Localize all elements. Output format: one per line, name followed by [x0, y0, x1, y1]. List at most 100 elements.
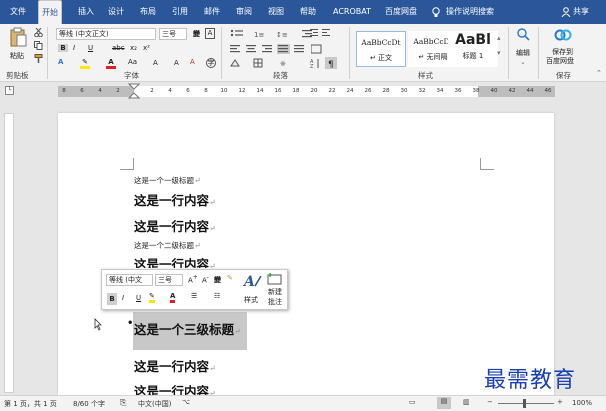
grow-font-button[interactable]: A+: [188, 275, 198, 284]
baidu-pan-icon: [554, 29, 572, 41]
new-comment-icon[interactable]: [267, 272, 283, 286]
tab-view[interactable]: 视图: [268, 0, 284, 24]
tab-references[interactable]: 引用: [172, 0, 188, 24]
grow-font-button[interactable]: A: [153, 59, 158, 67]
proofing-icon[interactable]: ⎘: [120, 398, 126, 408]
paste-button[interactable]: 粘贴: [10, 51, 24, 61]
language-indicator[interactable]: 中文(中国): [138, 399, 171, 409]
content-line[interactable]: 这是一行内容↵: [134, 190, 216, 209]
vertical-ruler[interactable]: [4, 113, 14, 393]
mini-toolbar: 等线 (中文 三号 A+ A- 變 ✎ B I U ✎ A ☰ ☷ A 样式 新…: [101, 269, 288, 310]
content-line[interactable]: 这是一行内容↵: [134, 254, 216, 268]
show-marks-icon[interactable]: ¶: [325, 57, 337, 69]
font-color-icon[interactable]: A: [106, 58, 116, 69]
mini-highlight-icon[interactable]: ✎: [149, 292, 155, 303]
list-buttons-row[interactable]: 1≡ ↕≡: [230, 29, 320, 39]
line-text: 这是一行内容: [134, 384, 210, 395]
italic-button[interactable]: I: [73, 44, 75, 52]
mini-size-combo[interactable]: 三号: [155, 274, 183, 286]
tab-design[interactable]: 设计: [108, 0, 124, 24]
collapse-ribbon-icon[interactable]: ⌃: [596, 69, 602, 77]
search-icon[interactable]: [515, 27, 531, 43]
tab-acrobat[interactable]: ACROBAT: [333, 0, 371, 24]
mini-font-combo[interactable]: 等线 (中文: [106, 274, 153, 286]
mini-bullets-icon[interactable]: ☰: [191, 292, 197, 300]
cut-icon[interactable]: [34, 28, 43, 37]
heading-3-line-selected[interactable]: 这是一个三级标题↵: [134, 319, 241, 338]
character-border-icon[interactable]: A: [205, 28, 215, 39]
print-layout-icon[interactable]: ▤: [437, 397, 451, 409]
zoom-slider[interactable]: [498, 403, 554, 404]
change-case-button[interactable]: Aa: [128, 58, 137, 66]
indent-marker-icon[interactable]: [128, 83, 140, 100]
mini-bold-button[interactable]: B: [107, 293, 117, 305]
new-comment-label-1[interactable]: 新建: [268, 287, 282, 297]
mini-italic-button[interactable]: I: [122, 294, 124, 302]
text-effects-icon[interactable]: A: [58, 58, 63, 66]
underline-button[interactable]: U: [88, 44, 93, 52]
mini-underline-button[interactable]: U: [136, 294, 141, 302]
content-line[interactable]: 这是一行内容↵: [134, 381, 216, 395]
clear-formatting-icon[interactable]: A: [190, 58, 195, 66]
strikethrough-button[interactable]: abc: [112, 44, 125, 52]
heading-1-line[interactable]: 这是一个一级标题↵: [134, 175, 201, 186]
bold-button[interactable]: B: [58, 44, 68, 52]
zoom-level[interactable]: 100%: [572, 399, 592, 407]
mini-numbering-icon[interactable]: ☷: [214, 292, 220, 300]
shrink-font-button[interactable]: A: [174, 59, 179, 67]
focus-mode-icon[interactable]: ▭: [409, 398, 416, 406]
font-name-combo[interactable]: 等线 (中文正文): [56, 28, 156, 40]
subscript-button[interactable]: x₂: [130, 44, 137, 52]
editing-button[interactable]: 编辑: [516, 48, 530, 58]
page-count[interactable]: 第 1 页，共 1 页: [4, 399, 57, 409]
sort-icon[interactable]: AZ: [310, 58, 320, 69]
alignment-buttons-row[interactable]: [230, 44, 320, 54]
tab-review[interactable]: 审阅: [236, 0, 252, 24]
tab-insert[interactable]: 插入: [78, 0, 94, 24]
tab-file[interactable]: 文件: [10, 0, 26, 24]
shrink-font-button[interactable]: A-: [202, 275, 209, 284]
share-button[interactable]: 共享: [573, 0, 589, 24]
styles-scroll-down-icon[interactable]: ▾: [497, 49, 501, 57]
heading-2-line[interactable]: 这是一个二级标题↵: [134, 240, 201, 251]
tell-me-search[interactable]: 操作说明搜索: [446, 0, 494, 24]
styles-scroll-up-icon[interactable]: ▴: [497, 34, 501, 42]
format-painter-icon[interactable]: [34, 54, 43, 63]
accessibility-icon[interactable]: ⌥: [182, 398, 190, 406]
save-to-pan-label-2[interactable]: 百度网盘: [546, 56, 574, 66]
styles-icon[interactable]: A: [243, 272, 263, 290]
phonetic-guide-icon[interactable]: 變: [193, 29, 200, 39]
font-size-combo[interactable]: 三号: [159, 28, 187, 40]
tab-help[interactable]: 帮助: [300, 0, 316, 24]
shading-border-row[interactable]: ※: [230, 58, 320, 68]
enclose-characters-icon[interactable]: 字: [206, 58, 216, 68]
save-group-label: 保存: [556, 71, 571, 80]
zoom-slider-thumb[interactable]: [523, 399, 526, 408]
phonetic-guide-icon[interactable]: 變: [214, 275, 221, 285]
tab-selector-icon[interactable]: └: [5, 86, 14, 95]
word-count[interactable]: 8/60 个字: [73, 399, 105, 409]
content-line[interactable]: 这是一行内容↵: [134, 356, 216, 375]
tab-layout[interactable]: 布局: [140, 0, 156, 24]
content-line[interactable]: 这是一行内容↵: [134, 216, 216, 235]
style-heading-1[interactable]: AaBl 标题 1: [448, 31, 498, 67]
horizontal-ruler[interactable]: 8 6 4 2 2 4 6 8 10 12 14 16 18 20 22 24 …: [58, 83, 555, 100]
chinese-layout-icon[interactable]: [311, 44, 325, 54]
copy-icon[interactable]: [34, 41, 43, 50]
web-layout-icon[interactable]: ▥: [463, 398, 470, 406]
zoom-out-button[interactable]: −: [487, 398, 493, 406]
vertical-scrollbar[interactable]: [593, 113, 603, 395]
zoom-in-button[interactable]: +: [557, 398, 563, 406]
indent-buttons[interactable]: [310, 28, 332, 38]
format-painter-icon[interactable]: ✎: [227, 274, 233, 282]
style-normal[interactable]: AaBbCcDt ↵ 正文: [356, 31, 406, 67]
highlight-icon[interactable]: ✎: [80, 58, 90, 69]
mini-font-color-icon[interactable]: A: [170, 292, 176, 303]
mini-styles-label[interactable]: 样式: [244, 295, 258, 305]
tab-mailings[interactable]: 邮件: [204, 0, 220, 24]
document-page[interactable]: [58, 113, 554, 398]
superscript-button[interactable]: x²: [143, 44, 150, 52]
new-comment-label-2[interactable]: 批注: [268, 297, 282, 307]
tab-home[interactable]: 开始: [38, 0, 62, 24]
tab-baidu-pan[interactable]: 百度网盘: [385, 0, 417, 24]
